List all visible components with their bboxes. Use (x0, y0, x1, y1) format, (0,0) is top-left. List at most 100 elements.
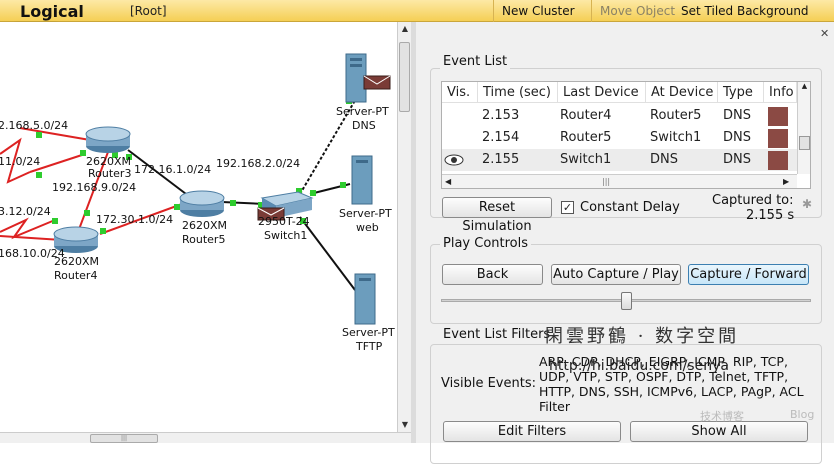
event-list-table[interactable]: Vis. Time (sec) Last Device At Device Ty… (441, 81, 811, 189)
captured-to-value: 2.155 s (746, 208, 795, 223)
eye-icon[interactable] (444, 154, 464, 166)
link-light (230, 200, 236, 206)
event-table-vertical-scrollbar[interactable]: ▲ (797, 82, 810, 174)
router4-model-label: 2620XM (54, 255, 100, 268)
column-header-last-device[interactable]: Last Device (558, 82, 646, 103)
type-cell: DNS (723, 130, 751, 145)
show-all-button[interactable]: Show All (630, 421, 808, 442)
link-light (36, 172, 42, 178)
serial-link (0, 217, 56, 240)
captured-to-label: Captured to: (712, 193, 794, 208)
auto-capture-play-button[interactable]: Auto Capture / Play (551, 264, 681, 285)
watermark-blog-en: Blog (790, 408, 815, 421)
constant-delay-label: Constant Delay (580, 200, 680, 215)
tftp-server-icon[interactable] (354, 273, 376, 325)
web-model-label: Server-PT (339, 207, 392, 220)
last-device-cell: Switch1 (560, 152, 612, 167)
scroll-down-arrow-icon[interactable]: ▼ (398, 418, 412, 432)
set-tiled-background-button[interactable]: Set Tiled Background (673, 0, 817, 22)
column-header-time[interactable]: Time (sec) (478, 82, 558, 103)
workspace-horizontal-scrollbar[interactable]: ||| (0, 432, 411, 443)
scroll-right-arrow-icon[interactable]: ▶ (783, 177, 789, 186)
table-scroll-thumb[interactable] (799, 136, 810, 150)
scroll-left-arrow-icon[interactable]: ◀ (445, 177, 451, 186)
column-header-at-device[interactable]: At Device (646, 82, 718, 103)
capture-star-icon: ✱ (802, 197, 813, 211)
router4-name-label: Router4 (54, 269, 98, 282)
web-name-label: web (356, 221, 379, 234)
dns-server-icon[interactable] (345, 53, 367, 103)
speed-slider-thumb[interactable] (621, 292, 632, 310)
constant-delay-checkbox[interactable]: ✓ (561, 201, 574, 214)
info-color-square[interactable] (768, 129, 788, 148)
play-controls-title: Play Controls (440, 236, 532, 251)
at-device-cell: Switch1 (650, 130, 702, 145)
watermark-blog-cn: 技术博客 (700, 410, 744, 423)
edit-filters-button[interactable]: Edit Filters (443, 421, 621, 442)
watermark-url: http://hi.baidu.com/senya (549, 358, 729, 374)
type-cell: DNS (723, 108, 751, 123)
table-row[interactable]: 2.154 Router5 Switch1 DNS (442, 127, 797, 149)
root-breadcrumb[interactable]: [Root] (130, 4, 167, 18)
link-light (310, 190, 316, 196)
info-color-square[interactable] (768, 151, 788, 170)
link-light (100, 228, 106, 234)
dns-model-label: Server-PT (336, 105, 389, 118)
type-cell: DNS (723, 152, 751, 167)
link-light (36, 132, 42, 138)
subnet-label: 192.168.2.0/24 (216, 157, 301, 170)
web-server-icon[interactable] (351, 155, 373, 205)
scroll-up-arrow-icon[interactable]: ▲ (798, 82, 810, 90)
scroll-grip-icon: ||| (602, 177, 611, 186)
column-header-type[interactable]: Type (718, 82, 764, 103)
visible-events-label: Visible Events: (441, 376, 536, 391)
router3-name-label: Router3 (88, 167, 132, 180)
time-cell: 2.154 (482, 130, 520, 145)
event-list-filters-title: Event List Filters (440, 327, 554, 342)
top-toolbar: Logical [Root] New Cluster Move Object S… (0, 0, 834, 22)
subnet-label: 192.168.9.0/24 (52, 181, 137, 194)
subnet-label: 2.168.5.0/24 (0, 119, 69, 132)
new-cluster-button[interactable]: New Cluster (493, 0, 583, 22)
router5-icon[interactable] (179, 190, 225, 217)
switch1-name-label: Switch1 (264, 229, 308, 242)
table-row[interactable]: 2.153 Router4 Router5 DNS (442, 105, 797, 127)
workspace-vertical-scrollbar[interactable]: ▲ ▼ (397, 22, 411, 432)
table-row[interactable]: 2.155 Switch1 DNS DNS (442, 149, 797, 171)
back-button[interactable]: Back (442, 264, 543, 285)
info-color-square[interactable] (768, 107, 788, 126)
column-header-info[interactable]: Info (764, 82, 797, 103)
horizontal-scroll-thumb[interactable]: ||| (90, 434, 158, 443)
tftp-model-label: Server-PT (342, 326, 395, 339)
at-device-cell: Router5 (650, 108, 702, 123)
logical-view-tab[interactable]: Logical (12, 0, 112, 22)
dns-name-label: DNS (352, 119, 376, 132)
scroll-up-arrow-icon[interactable]: ▲ (398, 22, 412, 36)
logical-workspace[interactable]: 2.168.5.0/24 11.0/24 192.168.9.0/24 3.12… (0, 22, 397, 432)
event-list-title: Event List (440, 54, 511, 69)
pdu-envelope[interactable] (363, 75, 391, 90)
switch1-model-label: 2950T-24 (258, 215, 310, 228)
router3-icon[interactable] (85, 126, 131, 153)
at-device-cell: DNS (650, 152, 678, 167)
watermark-cjk: 閑雲野鶴 · 数字空間 (545, 326, 740, 347)
subnet-label: 172.16.1.0/24 (134, 163, 212, 176)
event-table-horizontal-scrollbar[interactable]: ◀ ||| ▶ (442, 174, 797, 188)
column-header-vis[interactable]: Vis. (442, 82, 478, 103)
capture-forward-button[interactable]: Capture / Forward (688, 264, 809, 285)
tftp-name-label: TFTP (356, 340, 383, 353)
link-light (52, 218, 58, 224)
serial-link (0, 235, 63, 241)
time-cell: 2.153 (482, 108, 520, 123)
reset-simulation-button[interactable]: Reset Simulation (442, 197, 552, 234)
router5-model-label: 2620XM (182, 219, 228, 232)
link-light (340, 182, 346, 188)
close-icon[interactable]: ✕ (820, 27, 829, 40)
time-cell: 2.155 (482, 152, 520, 167)
subnet-label: 3.12.0/24 (0, 205, 51, 218)
router5-name-label: Router5 (182, 233, 226, 246)
vertical-scroll-thumb[interactable] (399, 42, 410, 112)
move-object-button: Move Object (591, 0, 683, 22)
subnet-label: 11.0/24 (0, 155, 41, 168)
link-light (174, 204, 180, 210)
